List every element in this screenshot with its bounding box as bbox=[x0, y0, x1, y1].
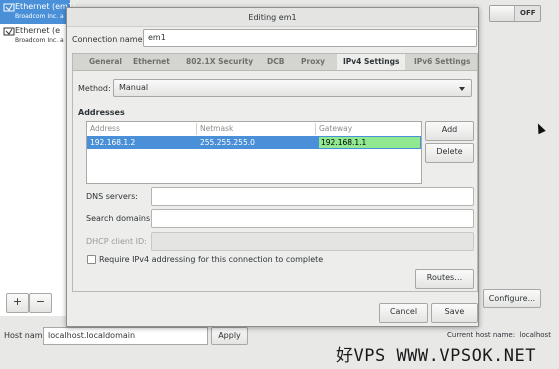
remove-connection-button[interactable]: − bbox=[29, 293, 52, 313]
dhcp-client-id-input bbox=[151, 232, 474, 251]
edit-connection-dialog: Editing em1 Connection name: em1 General… bbox=[66, 7, 479, 327]
connection-name-label: Connection name: bbox=[72, 35, 146, 44]
apply-button[interactable]: Apply bbox=[211, 327, 248, 345]
settings-tabs: General Ethernet 802.1X Security DCB Pro… bbox=[72, 53, 478, 71]
tab-proxy[interactable]: Proxy bbox=[301, 54, 325, 70]
method-label: Method: bbox=[78, 84, 111, 93]
dhcp-client-id-label: DHCP client ID: bbox=[86, 237, 147, 246]
configure-button[interactable]: Configure... bbox=[483, 289, 541, 308]
tab-general[interactable]: General bbox=[89, 54, 122, 70]
tab-8021x-security[interactable]: 802.1X Security bbox=[186, 54, 253, 70]
column-divider bbox=[196, 123, 197, 135]
netmask-cell[interactable]: 255.255.255.0 bbox=[200, 136, 255, 149]
method-select[interactable]: Manual bbox=[113, 79, 472, 97]
watermark: 好VPS WWW.VPSOK.NET bbox=[336, 346, 536, 366]
add-connection-button[interactable]: + bbox=[6, 293, 29, 313]
toggle-knob bbox=[490, 6, 515, 21]
host-name-input[interactable]: localhost.localdomain bbox=[43, 327, 208, 345]
dropdown-arrow-icon bbox=[459, 87, 465, 91]
current-host-value: localhost bbox=[519, 331, 551, 339]
ethernet-icon bbox=[3, 3, 15, 13]
method-value: Manual bbox=[119, 83, 149, 92]
column-divider bbox=[315, 123, 316, 135]
tab-ipv6-settings[interactable]: IPv6 Settings bbox=[414, 54, 470, 70]
connection-toggle[interactable]: OFF bbox=[489, 5, 541, 22]
search-domains-input[interactable] bbox=[151, 209, 474, 228]
require-ipv4-label[interactable]: Require IPv4 addressing for this connect… bbox=[99, 255, 323, 264]
connection-item-em1[interactable]: Ethernet (em1) Broadcom Inc. a bbox=[0, 0, 76, 24]
require-ipv4-checkbox[interactable] bbox=[87, 255, 96, 264]
search-domains-label: Search domains: bbox=[86, 214, 153, 223]
dns-servers-input[interactable] bbox=[151, 187, 474, 206]
toggle-label: OFF bbox=[520, 9, 536, 17]
connection-vendor: Broadcom Inc. a bbox=[15, 37, 64, 44]
tab-ipv4-settings[interactable]: IPv4 Settings bbox=[337, 54, 406, 70]
addresses-table[interactable]: Address Netmask Gateway 192.168.1.2 255.… bbox=[86, 121, 422, 184]
gateway-cell-editing[interactable]: 192.168.1.1 bbox=[318, 136, 421, 149]
connection-list: Ethernet (em1) Broadcom Inc. a Ethernet … bbox=[0, 0, 76, 316]
save-button[interactable]: Save bbox=[431, 303, 478, 323]
cancel-button[interactable]: Cancel bbox=[379, 303, 428, 323]
connection-item-second[interactable]: Ethernet (e Broadcom Inc. a bbox=[0, 24, 70, 48]
tab-dcb[interactable]: DCB bbox=[267, 54, 284, 70]
column-header-gateway[interactable]: Gateway bbox=[319, 123, 352, 135]
current-host-name: Current host name: localhost bbox=[447, 331, 551, 339]
connection-name-input[interactable]: em1 bbox=[143, 29, 477, 47]
dns-servers-label: DNS servers: bbox=[86, 192, 138, 201]
column-header-address[interactable]: Address bbox=[90, 123, 120, 135]
column-header-netmask[interactable]: Netmask bbox=[200, 123, 233, 135]
connection-vendor: Broadcom Inc. a bbox=[15, 13, 64, 20]
dialog-title: Editing em1 bbox=[67, 8, 478, 27]
tab-ethernet[interactable]: Ethernet bbox=[133, 54, 170, 70]
delete-address-button[interactable]: Delete bbox=[425, 143, 474, 163]
ethernet-icon bbox=[3, 27, 15, 37]
add-address-button[interactable]: Add bbox=[425, 121, 474, 141]
routes-button[interactable]: Routes… bbox=[415, 269, 474, 289]
current-host-label: Current host name: bbox=[447, 331, 516, 339]
address-cell[interactable]: 192.168.1.2 bbox=[90, 136, 135, 149]
connection-name: Ethernet (e bbox=[15, 26, 61, 35]
addresses-heading: Addresses bbox=[78, 108, 125, 117]
